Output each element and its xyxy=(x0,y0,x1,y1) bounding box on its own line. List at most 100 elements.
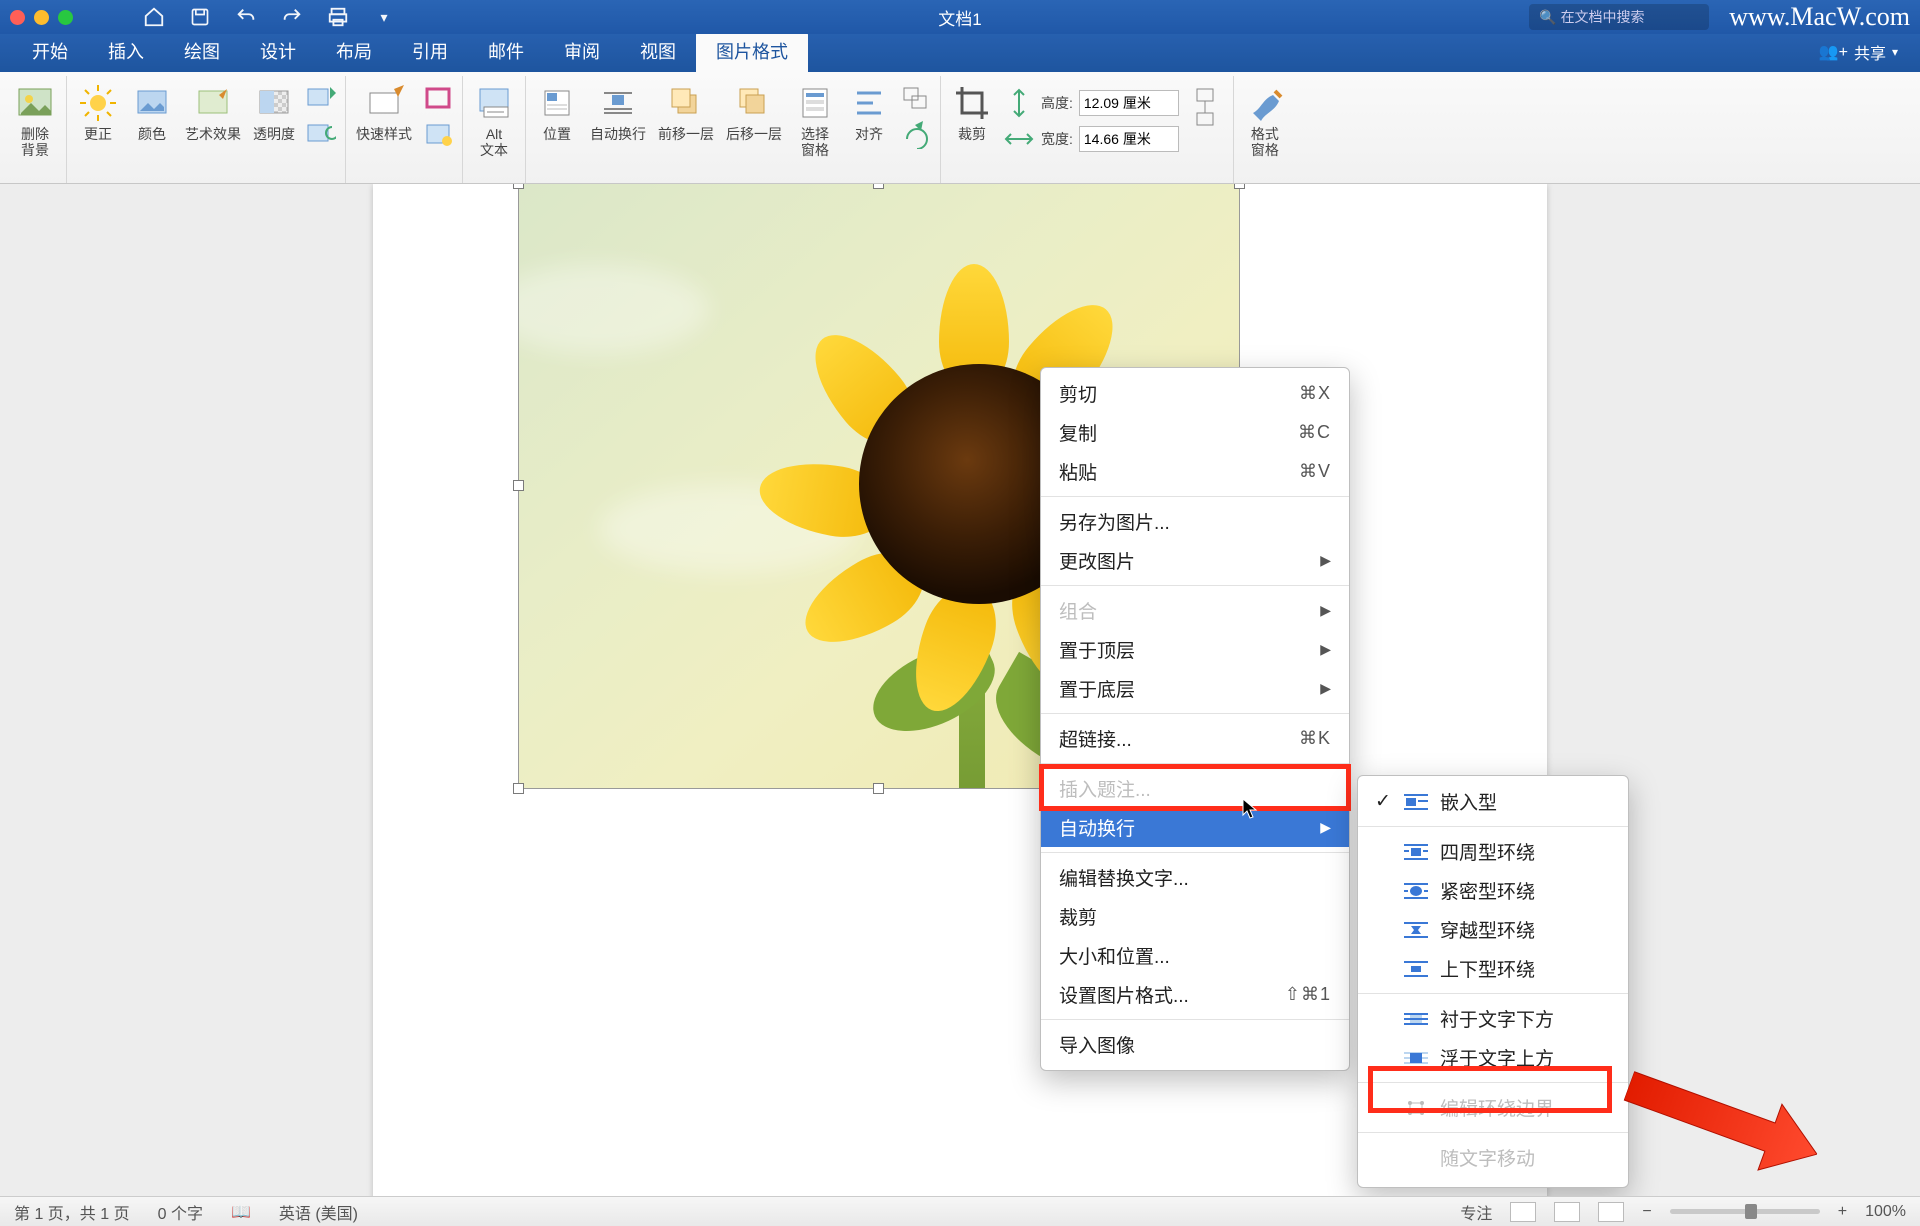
tab-view[interactable]: 视图 xyxy=(620,31,696,72)
ctx-cut[interactable]: 剪切⌘X xyxy=(1041,374,1349,413)
ctx-edit-alt-text[interactable]: 编辑替换文字... xyxy=(1041,858,1349,897)
zoom-out-button[interactable]: − xyxy=(1642,1203,1651,1221)
ctx-send-to-back[interactable]: 置于底层▶ xyxy=(1041,669,1349,708)
redo-icon[interactable] xyxy=(281,6,303,28)
align-button[interactable]: 对齐 xyxy=(844,78,894,142)
height-input[interactable] xyxy=(1079,90,1179,116)
wrap-tight[interactable]: 紧密型环绕 xyxy=(1358,871,1628,910)
remove-background-button[interactable]: 删除 背景 xyxy=(10,78,60,158)
bring-forward-icon xyxy=(665,82,707,124)
picture-effects-button[interactable] xyxy=(420,118,456,152)
tab-picture-format[interactable]: 图片格式 xyxy=(696,31,808,72)
wrap-text-button[interactable]: 自动换行 xyxy=(586,78,650,142)
format-pane-button[interactable]: 格式 窗格 xyxy=(1240,78,1290,158)
minimize-window-button[interactable] xyxy=(34,10,49,25)
alt-text-button[interactable]: Alt 文本 xyxy=(469,78,519,158)
artistic-icon xyxy=(192,82,234,124)
search-placeholder: 在文档中搜索 xyxy=(1561,9,1645,25)
watermark-text: www.MacW.com xyxy=(1729,2,1910,32)
selection-pane-button[interactable]: 选择 窗格 xyxy=(790,78,840,158)
height-icon xyxy=(1001,86,1037,120)
tab-mailings[interactable]: 邮件 xyxy=(468,31,544,72)
ctx-save-as-picture[interactable]: 另存为图片... xyxy=(1041,502,1349,541)
print-icon[interactable] xyxy=(327,6,349,28)
position-icon xyxy=(536,82,578,124)
ctx-copy[interactable]: 复制⌘C xyxy=(1041,413,1349,452)
tab-review[interactable]: 审阅 xyxy=(544,31,620,72)
ctx-paste[interactable]: 粘贴⌘V xyxy=(1041,452,1349,491)
status-spellcheck-icon[interactable]: 📖 xyxy=(231,1202,251,1222)
send-backward-icon xyxy=(733,82,775,124)
maximize-window-button[interactable] xyxy=(58,10,73,25)
ctx-group: 组合▶ xyxy=(1041,591,1349,630)
status-words[interactable]: 0 个字 xyxy=(158,1200,203,1224)
lock-aspect-button[interactable] xyxy=(1187,90,1223,124)
resize-handle-bl[interactable] xyxy=(513,783,524,794)
zoom-in-button[interactable]: + xyxy=(1838,1203,1847,1221)
status-bar: 第 1 页，共 1 页 0 个字 📖 英语 (美国) 专注 − + 100% xyxy=(0,1196,1920,1226)
search-input[interactable]: 🔍 在文档中搜索 xyxy=(1529,4,1709,30)
status-page[interactable]: 第 1 页，共 1 页 xyxy=(14,1200,130,1224)
picture-border-button[interactable] xyxy=(420,82,456,116)
wrap-top-bottom[interactable]: 上下型环绕 xyxy=(1358,949,1628,988)
corrections-button[interactable]: 更正 xyxy=(73,78,123,142)
ctx-hyperlink[interactable]: 超链接...⌘K xyxy=(1041,719,1349,758)
alt-text-icon xyxy=(473,82,515,124)
view-print-layout[interactable] xyxy=(1510,1202,1536,1222)
quick-styles-button[interactable]: 快速样式 xyxy=(352,78,416,142)
document-canvas[interactable] xyxy=(0,184,1920,1196)
ctx-import-image[interactable]: 导入图像 xyxy=(1041,1025,1349,1064)
ctx-insert-caption: 插入题注... xyxy=(1041,769,1349,808)
position-button[interactable]: 位置 xyxy=(532,78,582,142)
status-language[interactable]: 英语 (美国) xyxy=(279,1200,358,1224)
resize-handle-ml[interactable] xyxy=(513,480,524,491)
tab-draw[interactable]: 绘图 xyxy=(164,31,240,72)
resize-handle-tm[interactable] xyxy=(873,184,884,189)
artistic-effects-button[interactable]: 艺术效果 xyxy=(181,78,245,142)
quick-styles-icon xyxy=(363,82,405,124)
width-input[interactable] xyxy=(1079,126,1179,152)
ctx-bring-to-front[interactable]: 置于顶层▶ xyxy=(1041,630,1349,669)
group-button[interactable] xyxy=(898,82,934,116)
ctx-format-picture[interactable]: 设置图片格式...⇧⌘1 xyxy=(1041,975,1349,1014)
tab-home[interactable]: 开始 xyxy=(12,31,88,72)
home-icon[interactable] xyxy=(143,6,165,28)
ctx-crop[interactable]: 裁剪 xyxy=(1041,897,1349,936)
zoom-value[interactable]: 100% xyxy=(1865,1203,1906,1221)
wrap-square[interactable]: 四周型环绕 xyxy=(1358,832,1628,871)
view-web-layout[interactable] xyxy=(1554,1202,1580,1222)
ribbon: 删除 背景 更正 颜色 艺术效果 透明度 快速样式 Alt 文本 xyxy=(0,72,1920,184)
send-backward-button[interactable]: 后移一层 xyxy=(722,78,786,142)
close-window-button[interactable] xyxy=(10,10,25,25)
rotate-button[interactable] xyxy=(898,118,934,152)
customize-qat-icon[interactable]: ▾ xyxy=(373,6,395,28)
tab-layout[interactable]: 布局 xyxy=(316,31,392,72)
status-focus[interactable]: 专注 xyxy=(1460,1200,1492,1224)
wrap-behind-text[interactable]: 衬于文字下方 xyxy=(1358,999,1628,1038)
transparency-button[interactable]: 透明度 xyxy=(249,78,299,142)
resize-handle-tr[interactable] xyxy=(1234,184,1245,189)
color-button[interactable]: 颜色 xyxy=(127,78,177,142)
tab-design[interactable]: 设计 xyxy=(240,31,316,72)
bring-forward-button[interactable]: 前移一层 xyxy=(654,78,718,142)
resize-handle-bm[interactable] xyxy=(873,783,884,794)
ribbon-tabs: 开始 插入 绘图 设计 布局 引用 邮件 审阅 视图 图片格式 👥+共享▾ xyxy=(0,34,1920,72)
ctx-wrap-text[interactable]: 自动换行▶ xyxy=(1041,808,1349,847)
compress-pictures-button[interactable] xyxy=(303,82,339,116)
wrap-in-front-of-text[interactable]: 浮于文字上方 xyxy=(1358,1038,1628,1077)
wrap-through[interactable]: 穿越型环绕 xyxy=(1358,910,1628,949)
reset-picture-button[interactable] xyxy=(303,118,339,152)
ctx-change-picture[interactable]: 更改图片▶ xyxy=(1041,541,1349,580)
tab-references[interactable]: 引用 xyxy=(392,31,468,72)
save-icon[interactable] xyxy=(189,6,211,28)
tab-insert[interactable]: 插入 xyxy=(88,31,164,72)
wrap-inline[interactable]: ✓嵌入型 xyxy=(1358,782,1628,821)
resize-handle-tl[interactable] xyxy=(513,184,524,189)
ctx-size-position[interactable]: 大小和位置... xyxy=(1041,936,1349,975)
transparency-icon xyxy=(253,82,295,124)
view-outline[interactable] xyxy=(1598,1202,1624,1222)
crop-button[interactable]: 裁剪 xyxy=(947,78,997,142)
zoom-slider[interactable] xyxy=(1670,1209,1820,1214)
undo-icon[interactable] xyxy=(235,6,257,28)
share-button[interactable]: 👥+共享▾ xyxy=(1809,40,1908,72)
